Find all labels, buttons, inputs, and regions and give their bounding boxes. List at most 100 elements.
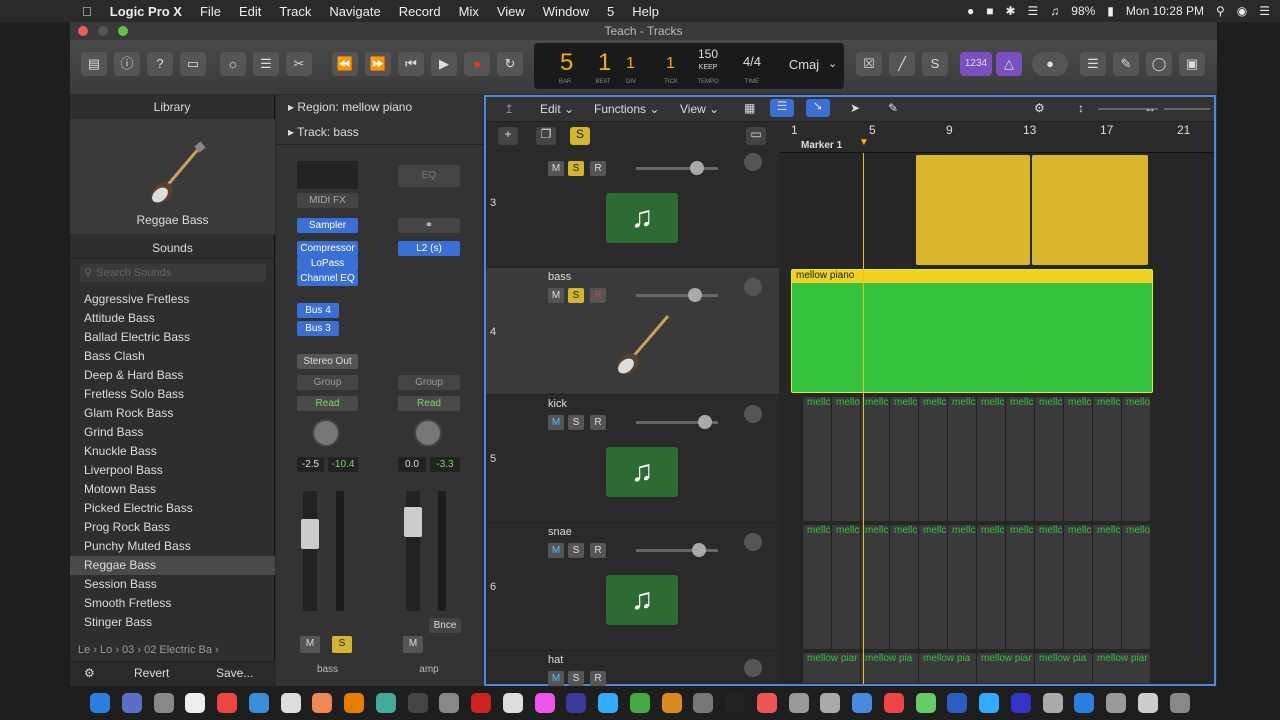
menu-view[interactable]: View: [488, 4, 534, 19]
minimize-window-button[interactable]: [98, 26, 108, 36]
sound-preset-item[interactable]: Fretless Solo Bass: [70, 385, 275, 404]
pan-knob[interactable]: [744, 659, 762, 677]
track-inspector-header[interactable]: ▸ Track: bass: [276, 119, 483, 145]
menu-window[interactable]: Window: [534, 4, 598, 19]
sound-preset-item[interactable]: Grind Bass: [70, 423, 275, 442]
chevron-down-icon[interactable]: ⌄: [828, 57, 837, 70]
library-icon[interactable]: ▤: [81, 52, 107, 76]
finder-icon[interactable]: [90, 693, 110, 713]
pan-knob[interactable]: [744, 278, 762, 296]
midi-region[interactable]: mellc: [1092, 525, 1121, 649]
sound-preset-item[interactable]: Punchy Muted Bass: [70, 537, 275, 556]
unknown-app-icon[interactable]: [979, 693, 999, 713]
count-in-button[interactable]: 1234: [960, 52, 992, 76]
sound-preset-item[interactable]: Deep & Hard Bass: [70, 366, 275, 385]
pan-knob[interactable]: [744, 153, 762, 171]
midi-region[interactable]: mellc: [1063, 525, 1092, 649]
automation-mode[interactable]: Read: [398, 396, 460, 411]
automation-mode[interactable]: Read: [297, 396, 358, 411]
midi-region-selected[interactable]: mellow piano: [791, 269, 1153, 393]
volume-slider-thumb[interactable]: [688, 288, 702, 302]
menu-track[interactable]: Track: [270, 4, 320, 19]
menu-file[interactable]: File: [191, 4, 230, 19]
midi-region[interactable]: mellc: [976, 525, 1005, 649]
mute-button[interactable]: M: [300, 636, 320, 653]
midi-region[interactable]: mellc: [860, 397, 889, 521]
list-view-icon[interactable]: ☰: [770, 99, 794, 117]
sound-preset-item[interactable]: Aggressive Fretless: [70, 290, 275, 309]
instrument-slot[interactable]: Sampler: [297, 218, 358, 233]
record-enable-button[interactable]: R: [590, 671, 606, 686]
unknown-app-icon[interactable]: [1042, 693, 1063, 713]
spotlight-icon[interactable]: ⚲: [1216, 4, 1225, 18]
notification-icon[interactable]: ■: [986, 4, 993, 18]
editors-icon[interactable]: ✂: [286, 52, 312, 76]
breadcrumb-item[interactable]: 03: [122, 644, 134, 656]
midi-region[interactable]: mellow pia: [918, 653, 976, 683]
search-sounds-input[interactable]: ⚲ Search Sounds: [80, 264, 266, 282]
battery-icon[interactable]: ▮: [1107, 4, 1114, 18]
region-view-icon[interactable]: ▭: [746, 127, 766, 145]
revert-button[interactable]: Revert: [134, 666, 169, 680]
output-slot[interactable]: Stereo Out: [297, 354, 358, 369]
sound-preset-item[interactable]: Stinger Bass: [70, 613, 275, 632]
chrome-icon[interactable]: [629, 693, 650, 713]
record-enable-button[interactable]: R: [590, 543, 606, 558]
grid-icon[interactable]: ▦: [744, 101, 755, 115]
midi-region[interactable]: [1032, 155, 1148, 265]
track-header-selected[interactable]: 4 bass M S R: [486, 268, 779, 395]
midi-region[interactable]: mellc: [976, 397, 1005, 521]
replace-icon[interactable]: ☒: [856, 52, 882, 76]
track-header[interactable]: 3 M S R ♫: [486, 153, 779, 268]
unknown-app-icon[interactable]: [1010, 693, 1031, 713]
master-volume-toggle[interactable]: ●: [1032, 52, 1068, 76]
downloads-icon[interactable]: [1074, 693, 1095, 713]
gear-icon[interactable]: ⚙: [1034, 101, 1045, 115]
solo-button[interactable]: S: [332, 636, 352, 653]
midi-region[interactable]: mellc: [1005, 525, 1034, 649]
sound-preset-item[interactable]: Ballad Electric Bass: [70, 328, 275, 347]
track-header[interactable]: hat M S R: [486, 651, 779, 686]
pan-knob[interactable]: [312, 419, 340, 447]
menu-record[interactable]: Record: [390, 4, 450, 19]
battery-percent[interactable]: 98%: [1071, 4, 1095, 18]
volume-slider-thumb[interactable]: [692, 543, 706, 557]
unknown-app-icon[interactable]: [725, 693, 745, 713]
sound-preset-item[interactable]: Smooth Fretless: [70, 594, 275, 613]
record-icon[interactable]: ●: [464, 52, 490, 76]
volume-fader[interactable]: [404, 507, 422, 537]
menu-5[interactable]: 5: [598, 4, 623, 19]
group-slot[interactable]: Group: [297, 375, 358, 390]
apple-icon[interactable]: : [0, 4, 101, 19]
vertical-zoom-icon[interactable]: ↕: [1078, 101, 1084, 115]
app-store-icon[interactable]: [248, 693, 269, 713]
unknown-app-icon[interactable]: [820, 693, 841, 713]
breadcrumb-item[interactable]: Lo: [100, 644, 112, 656]
sound-preset-item[interactable]: Picked Electric Bass: [70, 499, 275, 518]
region-inspector-header[interactable]: ▸ Region: mellow piano: [276, 95, 483, 119]
volume-slider[interactable]: [636, 167, 718, 170]
duplicate-track-icon[interactable]: ❐: [536, 127, 556, 145]
volume-slider[interactable]: [636, 294, 718, 297]
wifi-icon[interactable]: ☰: [1028, 4, 1039, 18]
sound-preset-item[interactable]: Liverpool Bass: [70, 461, 275, 480]
bounce-button[interactable]: Bnce: [429, 618, 461, 633]
after-effects-icon[interactable]: [566, 693, 587, 713]
send-slot[interactable]: Bus 3: [297, 321, 339, 336]
unknown-app-icon[interactable]: [915, 693, 936, 713]
trash-icon[interactable]: [1169, 693, 1190, 713]
midi-region[interactable]: mellc: [831, 525, 860, 649]
pencil-tool-icon[interactable]: ✎: [888, 101, 898, 115]
midi-region[interactable]: mello: [831, 397, 860, 521]
play-icon[interactable]: ▶: [431, 52, 457, 76]
sound-preset-item[interactable]: Prog Rock Bass: [70, 518, 275, 537]
garageband-icon[interactable]: [661, 693, 682, 713]
cycle-icon[interactable]: ↻: [497, 52, 523, 76]
breadcrumb-item[interactable]: Le: [78, 644, 90, 656]
solo-button[interactable]: S: [568, 415, 584, 430]
fullscreen-window-button[interactable]: [118, 26, 128, 36]
opera-icon[interactable]: [471, 693, 491, 713]
breadcrumb-item[interactable]: 02 Electric Ba: [144, 644, 212, 656]
unknown-app-icon[interactable]: [852, 693, 872, 713]
mute-button[interactable]: M: [548, 415, 564, 430]
